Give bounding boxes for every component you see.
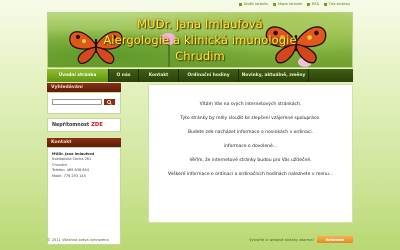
site-header: MUDr. Jana Imlaufová Alergologie a klini… xyxy=(47,12,353,68)
title-doctor-name: MUDr. Jana Imlaufová xyxy=(137,17,263,31)
absence-label: Nepřítomnost xyxy=(52,122,90,128)
search-input[interactable] xyxy=(52,99,102,105)
nav-item-home[interactable]: Úvodní stránka xyxy=(47,69,109,82)
rss-link[interactable]: RSS xyxy=(307,2,319,6)
contact-heading: Kontakt xyxy=(47,138,121,147)
sitemap-link[interactable]: Mapa stránek xyxy=(273,2,302,6)
footer-made-with[interactable]: Vytvořte si webové stránky zdarma! xyxy=(249,238,314,242)
rss-icon xyxy=(307,2,311,6)
nav-item-news[interactable]: Novinky, aktuálně, změny xyxy=(239,69,309,82)
save-page-link[interactable]: Uložit stránku xyxy=(239,2,268,6)
title-city: Chrudim xyxy=(175,49,225,63)
footer-copyright: © 2011 Všechna práva vyhrazena xyxy=(47,237,109,242)
nav-item-hours[interactable]: Ordinační hodiny xyxy=(179,69,239,82)
main-content: Vítám Vás na svých internetových stránká… xyxy=(148,84,353,223)
site-title: MUDr. Jana Imlaufová Alergologie a klini… xyxy=(48,16,352,64)
site-footer: © 2011 Všechna práva vyhrazena Vytvořte … xyxy=(47,235,353,244)
sitemap-label: Mapa stránek xyxy=(277,2,303,6)
footer-promo: Vytvořte si webové stránky zdarma! Webno… xyxy=(249,236,353,243)
main-nav: Úvodní stránka O nás Kontakt Ordinační h… xyxy=(47,69,353,82)
title-specialty: Alergologie a klinická imunologie xyxy=(103,33,297,47)
nav-item-contact[interactable]: Kontakt xyxy=(139,69,179,82)
search-icon xyxy=(107,99,112,105)
search-panel xyxy=(47,92,121,114)
content-paragraph: Vítám Vás na svých internetových stránká… xyxy=(199,102,302,107)
top-links: Uložit stránku Mapa stránek RSS Tisk str… xyxy=(239,2,350,6)
print-link[interactable]: Tisk stránky xyxy=(324,2,350,6)
contact-panel: MUDr. Jana Imlaufová Svatopluka Čecha 26… xyxy=(47,147,121,245)
rss-label: RSS xyxy=(311,2,319,6)
content-paragraph: informace o dovolené... xyxy=(223,144,278,149)
nav-item-about[interactable]: O nás xyxy=(109,69,139,82)
content-paragraph: Tyto stránky by měly sloužit ke zlepšení… xyxy=(180,116,321,121)
content-paragraph: Věřím, že internetové stránky budou pro … xyxy=(189,158,312,163)
content-paragraph: Veškeré informace o ordinaci a ordinační… xyxy=(167,172,334,177)
sitemap-icon xyxy=(273,2,277,6)
save-page-label: Uložit stránku xyxy=(243,2,269,6)
save-icon xyxy=(239,2,243,6)
webnode-button[interactable]: Webnode xyxy=(317,236,353,243)
print-icon xyxy=(324,2,327,6)
content-paragraph: Budete zde nacházet informace o novinkác… xyxy=(187,130,314,135)
search-heading: Vyhledávání xyxy=(47,83,121,92)
search-button[interactable] xyxy=(104,99,115,105)
sidebar: Vyhledávání Nepřítomnost ZDE Kontakt MUD… xyxy=(47,83,121,245)
print-label: Tisk stránky xyxy=(328,2,351,6)
contact-mobile: Mobil: 776 293 145 xyxy=(52,173,86,178)
absence-notice[interactable]: Nepřítomnost ZDE xyxy=(47,118,121,132)
absence-link[interactable]: ZDE xyxy=(91,122,103,128)
